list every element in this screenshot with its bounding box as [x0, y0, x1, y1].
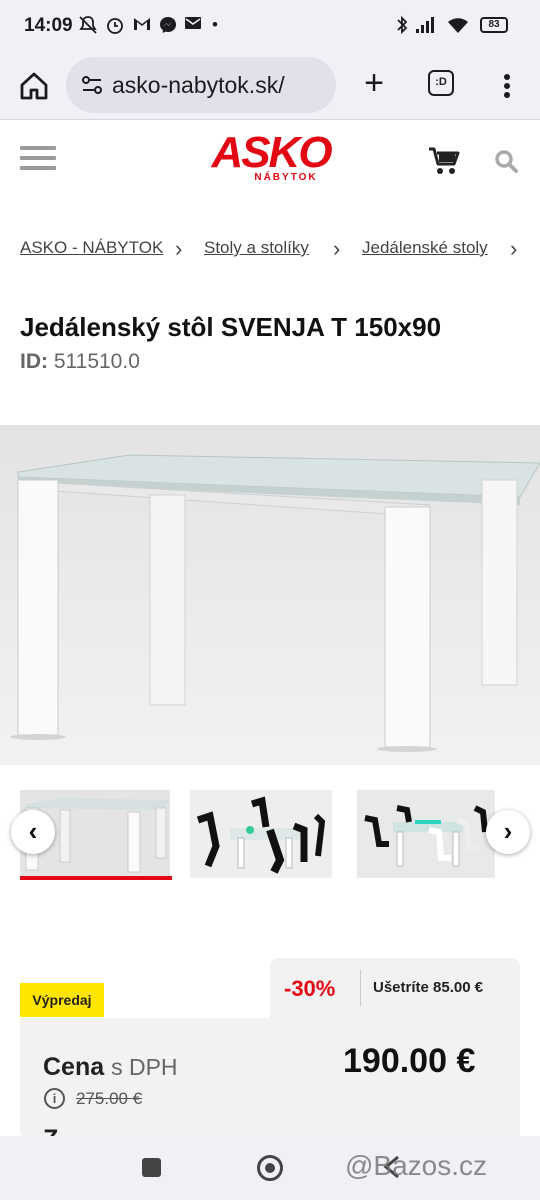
tabs-icon[interactable]: :D: [428, 70, 454, 96]
breadcrumb-separator: ›: [175, 236, 183, 261]
price-vat-text: s DPH: [111, 1054, 178, 1080]
thumbnail-2[interactable]: [190, 790, 332, 878]
discount-percent: -30%: [284, 976, 336, 1001]
search-icon[interactable]: [493, 148, 519, 174]
old-price: 275.00 €: [76, 1089, 143, 1108]
thumbnail-strip: ‹ ›: [0, 788, 540, 884]
wifi-icon: [446, 15, 470, 40]
sale-badge: Výpredaj: [20, 983, 104, 1017]
asko-logo[interactable]: ASKO NÁBYTOK: [196, 130, 346, 194]
site-settings-icon[interactable]: [80, 73, 104, 97]
divider: [360, 970, 361, 1006]
logo-text: ASKO: [211, 128, 332, 177]
product-id: ID: 511510.0: [20, 350, 140, 374]
messenger-icon: [158, 15, 178, 40]
page-title: Jedálenský stôl SVENJA T 150x90: [20, 312, 442, 342]
gmail-icon: [132, 15, 152, 38]
breadcrumb-dining-tables[interactable]: Jedálenské stoly: [362, 238, 488, 258]
status-bar: 14:09 • 83: [0, 0, 540, 52]
carousel-next-button[interactable]: ›: [486, 810, 530, 854]
breadcrumb-home[interactable]: ASKO - NÁBYTOK: [20, 238, 163, 258]
product-id-value: 511510.0: [53, 350, 140, 373]
price-label-text: Cena: [43, 1053, 105, 1081]
truncated-text: Z: [43, 1124, 58, 1136]
product-id-label: ID:: [20, 350, 48, 373]
breadcrumb-separator: ›: [333, 236, 341, 261]
signal-icon: [414, 15, 438, 40]
thumbnail-3[interactable]: [357, 790, 495, 878]
url-bar[interactable]: asko-nabytok.sk/: [66, 57, 336, 113]
savings-text: Ušetríte 85.00 €: [373, 979, 484, 996]
new-tab-icon[interactable]: +: [356, 64, 392, 104]
mute-icon: [78, 15, 98, 40]
overflow-menu-icon[interactable]: [494, 66, 520, 106]
cart-icon[interactable]: [428, 146, 460, 176]
watermark: @Bazos.cz: [345, 1150, 488, 1181]
recents-icon[interactable]: [142, 1158, 161, 1177]
breadcrumb-separator: ›: [510, 236, 518, 261]
price-value: 190.00 €: [343, 1042, 476, 1080]
alarm-icon: [105, 15, 125, 40]
status-time: 14:09: [24, 15, 73, 36]
site-header: ASKO NÁBYTOK: [0, 122, 540, 202]
dot-icon: •: [212, 15, 218, 34]
url-text: asko-nabytok.sk/: [112, 72, 285, 98]
price-label: Cena s DPH: [43, 1053, 178, 1082]
carousel-prev-button[interactable]: ‹: [11, 810, 55, 854]
home-nav-icon[interactable]: [257, 1155, 283, 1181]
home-icon[interactable]: [14, 66, 54, 106]
discount-box: -30% Ušetríte 85.00 €: [270, 958, 520, 1020]
hamburger-icon[interactable]: [20, 146, 56, 176]
breadcrumb-tables[interactable]: Stoly a stolíky: [204, 238, 309, 258]
active-thumbnail-indicator: [20, 876, 172, 880]
battery-icon: 83: [480, 17, 508, 33]
info-icon[interactable]: i: [44, 1088, 65, 1109]
bluetooth-icon: [395, 15, 409, 40]
browser-toolbar: asko-nabytok.sk/ + :D: [0, 52, 540, 120]
mail-icon: [184, 15, 202, 36]
product-main-image[interactable]: [0, 425, 540, 765]
